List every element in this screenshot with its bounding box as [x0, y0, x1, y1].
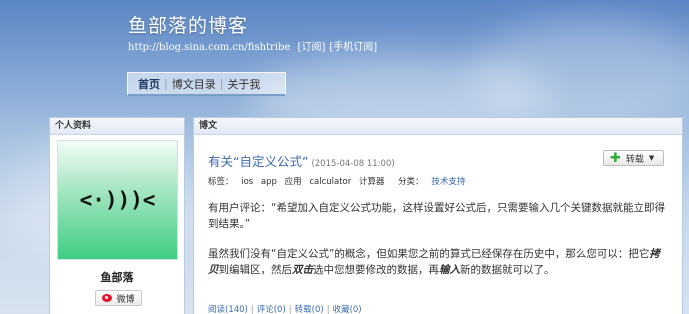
- stats-separator: |: [288, 305, 292, 314]
- fish-logo: <·)))<: [79, 188, 156, 212]
- plus-icon: ✚: [610, 150, 621, 166]
- article-stats: 阅读(140) | 评论(0) | 转载(0) | 收藏(0): [208, 303, 362, 314]
- repost-count-link[interactable]: 转载(0): [295, 305, 324, 314]
- comment-count-link[interactable]: 评论(0): [257, 305, 286, 314]
- mobile-subscribe-link[interactable]: [手机订阅]: [329, 42, 377, 53]
- stats-separator: |: [326, 305, 330, 314]
- subscribe-link[interactable]: [订阅]: [298, 42, 326, 53]
- repost-label: 转载: [625, 154, 644, 165]
- blog-url-line: http://blog.sina.com.cn/fishtribe [订阅] [手…: [128, 38, 381, 53]
- emphasis-input: 输入: [439, 264, 460, 276]
- article-tags: 标签： ios app 应用 calculator 计算器 分类： 技术支持: [208, 175, 470, 187]
- read-count-link[interactable]: 阅读(140): [208, 305, 248, 314]
- article-section-heading: 博文: [194, 118, 682, 135]
- main-nav: 首页 | 博文目录 | 关于我: [127, 72, 286, 96]
- weibo-label: 微博: [116, 294, 135, 305]
- article-title-line: 有关“自定义公式” (2015-04-08 11:00): [208, 151, 395, 170]
- weibo-button[interactable]: 微博: [95, 290, 142, 306]
- chevron-down-icon: ▼: [648, 154, 655, 162]
- tags-label: 标签：: [208, 177, 234, 187]
- category-link[interactable]: 技术支持: [431, 177, 465, 187]
- repost-button[interactable]: ✚ 转载 ▼: [603, 150, 664, 166]
- article-paragraph: 虽然我们没有“自定义公式”的概念，但如果您之前的算式已经保存在历史中，那么您可以…: [208, 246, 668, 278]
- nav-home[interactable]: 首页: [134, 76, 164, 92]
- article-title[interactable]: 有关“自定义公式”: [208, 154, 308, 169]
- profile-heading: 个人资料: [50, 118, 184, 135]
- paragraph-text: 选中您想要修改的数据，再: [313, 264, 439, 276]
- tag-item[interactable]: 应用: [285, 177, 302, 187]
- article-date: (2015-04-08 11:00): [311, 159, 395, 169]
- category-label: 分类：: [398, 177, 424, 187]
- emphasis-double-click: 双击: [292, 264, 313, 276]
- weibo-icon: [102, 294, 113, 302]
- article-paragraph: 有用户评论：“希望加入自定义公式功能，这样设置好公式后，只需要输入几个关键数据就…: [208, 202, 665, 230]
- tag-item[interactable]: ios: [241, 177, 253, 187]
- blog-url[interactable]: http://blog.sina.com.cn/fishtribe: [128, 42, 290, 53]
- paragraph-text: 到编辑区，然后: [218, 264, 293, 276]
- stats-separator: |: [250, 305, 254, 314]
- nav-blog-directory[interactable]: 博文目录: [168, 76, 220, 92]
- profile-panel: 个人资料 <·)))< 鱼部落 微博: [49, 117, 185, 314]
- profile-name: 鱼部落: [100, 271, 134, 284]
- favorite-count-link[interactable]: 收藏(0): [333, 305, 362, 314]
- nav-about-me[interactable]: 关于我: [223, 76, 264, 92]
- tag-item[interactable]: app: [261, 177, 277, 187]
- article-panel: 博文 有关“自定义公式” (2015-04-08 11:00) ✚ 转载 ▼ 标签…: [193, 117, 683, 314]
- paragraph-text: 虽然我们没有“自定义公式”的概念，但如果您之前的算式已经保存在历史中，那么您可以…: [208, 248, 650, 260]
- tag-item[interactable]: 计算器: [359, 177, 385, 187]
- avatar[interactable]: <·)))<: [57, 140, 178, 260]
- tag-item[interactable]: calculator: [309, 177, 351, 187]
- paragraph-text: 新的数据就可以了。: [460, 264, 555, 276]
- blog-title: 鱼部落的博客: [128, 15, 249, 37]
